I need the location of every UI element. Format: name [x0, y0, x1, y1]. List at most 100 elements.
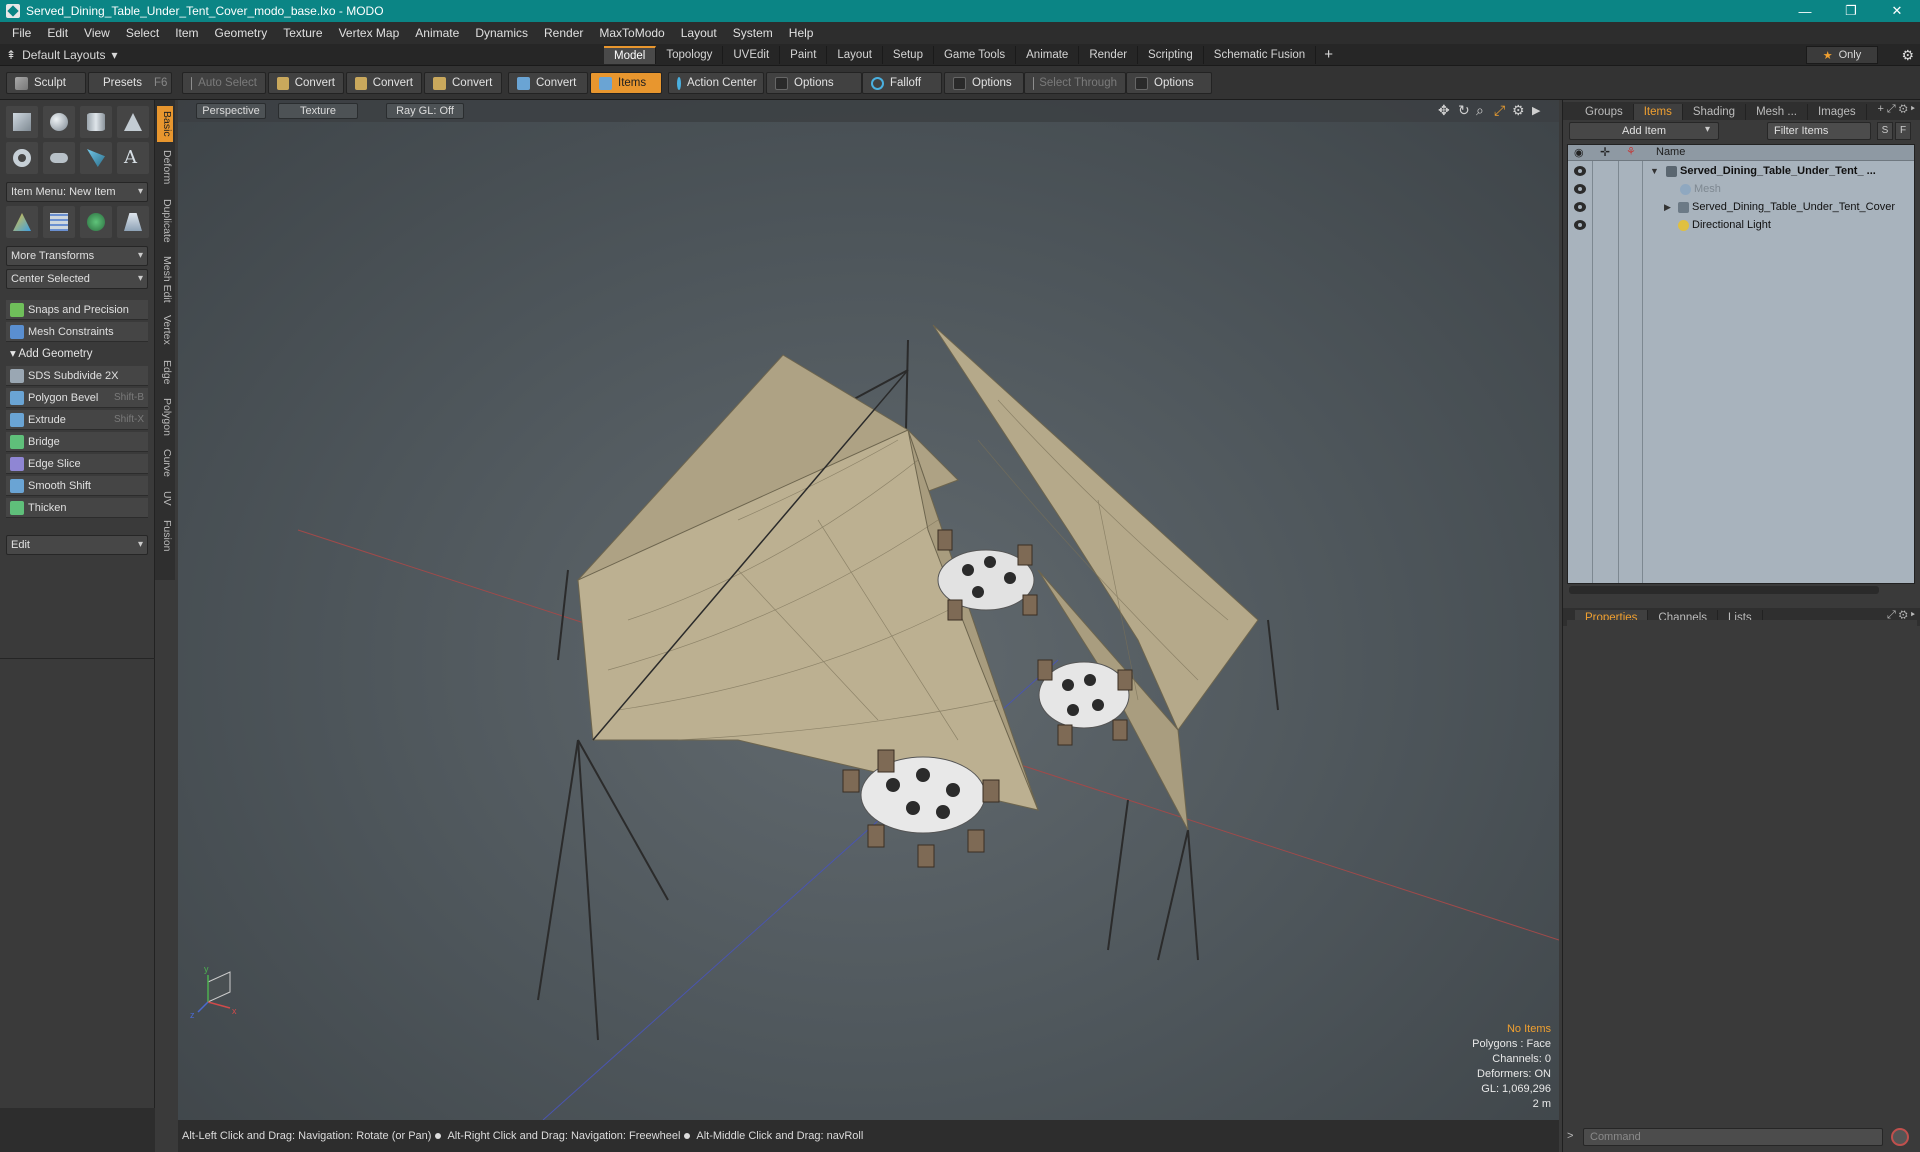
tab-schematic-fusion[interactable]: Schematic Fusion: [1204, 46, 1317, 64]
cylinder-icon[interactable]: [80, 106, 112, 138]
pen-icon[interactable]: [80, 142, 112, 174]
list-item[interactable]: Directional Light: [1568, 217, 1908, 234]
falloff-button[interactable]: Falloff: [862, 72, 942, 94]
sphere-icon[interactable]: [43, 106, 75, 138]
default-layouts-dropdown[interactable]: ⇞ Default Layouts ▾: [6, 44, 117, 66]
select-options-button[interactable]: Options: [1126, 72, 1212, 94]
vtab-duplicate[interactable]: Duplicate: [157, 194, 173, 248]
torus-icon[interactable]: [6, 142, 38, 174]
vtab-basic[interactable]: Basic: [157, 106, 173, 142]
action-center-options-button[interactable]: Options: [766, 72, 862, 94]
eye-icon[interactable]: [1574, 220, 1586, 230]
list-item[interactable]: Mesh: [1568, 181, 1908, 198]
thicken-button[interactable]: Thicken: [6, 498, 148, 518]
maximize-button[interactable]: ❐: [1828, 0, 1874, 22]
vtab-deform[interactable]: Deform: [157, 146, 173, 188]
ruler-icon[interactable]: [117, 206, 149, 238]
vtab-mesh-edit[interactable]: Mesh Edit: [157, 252, 173, 306]
menu-texture[interactable]: Texture: [275, 22, 330, 44]
eye-icon[interactable]: [1574, 184, 1586, 194]
tab-topology[interactable]: Topology: [656, 46, 724, 64]
vtab-uv[interactable]: UV: [157, 486, 173, 510]
filter-items-input[interactable]: Filter Items: [1767, 122, 1871, 140]
tab-items[interactable]: Items: [1633, 104, 1683, 120]
menu-animate[interactable]: Animate: [407, 22, 467, 44]
text-icon[interactable]: A: [117, 142, 149, 174]
tab-shading[interactable]: Shading: [1683, 104, 1747, 120]
menu-select[interactable]: Select: [118, 22, 167, 44]
command-history-button[interactable]: [1891, 1128, 1909, 1146]
eye-icon[interactable]: [1574, 202, 1586, 212]
polygon-bevel-button[interactable]: Polygon Bevel Shift-B: [6, 388, 148, 408]
cone-icon[interactable]: [117, 106, 149, 138]
only-toggle[interactable]: ★ Only: [1806, 46, 1878, 64]
tab-layout[interactable]: Layout: [827, 46, 883, 64]
more-transforms-dropdown[interactable]: More Transforms: [6, 246, 148, 266]
menu-layout[interactable]: Layout: [673, 22, 725, 44]
menu-vertex-map[interactable]: Vertex Map: [331, 22, 408, 44]
tab-uvedit[interactable]: UVEdit: [723, 46, 781, 64]
edge-slice-button[interactable]: Edge Slice: [6, 454, 148, 474]
eye-icon[interactable]: [1574, 166, 1586, 176]
items-mode-button[interactable]: Items: [590, 72, 662, 94]
bridge-button[interactable]: Bridge: [6, 432, 148, 452]
tab-setup[interactable]: Setup: [883, 46, 934, 64]
cube-icon[interactable]: [6, 106, 38, 138]
vtab-edge[interactable]: Edge: [157, 356, 173, 388]
close-button[interactable]: ✕: [1874, 0, 1920, 22]
sds-subdivide-button[interactable]: SDS Subdivide 2X: [6, 366, 148, 386]
convert-polygons-button[interactable]: Convert: [424, 72, 502, 94]
panel-options-icon[interactable]: + ⤢ ⚙ ▸: [1877, 103, 1915, 116]
auto-select-button[interactable]: Auto Select: [182, 72, 266, 94]
world-icon[interactable]: [80, 206, 112, 238]
tab-game-tools[interactable]: Game Tools: [934, 46, 1017, 64]
tab-images[interactable]: Images: [1808, 104, 1867, 120]
convert-materials-button[interactable]: Convert: [508, 72, 588, 94]
vtab-polygon[interactable]: Polygon: [157, 394, 173, 440]
menu-help[interactable]: Help: [781, 22, 822, 44]
smooth-shift-button[interactable]: Smooth Shift: [6, 476, 148, 496]
menu-dynamics[interactable]: Dynamics: [467, 22, 536, 44]
menu-file[interactable]: File: [4, 22, 39, 44]
action-center-button[interactable]: Action Center: [668, 72, 764, 94]
gear-icon[interactable]: ⚙: [1901, 44, 1914, 66]
menu-item[interactable]: Item: [167, 22, 206, 44]
menu-system[interactable]: System: [725, 22, 781, 44]
convert-vertices-button[interactable]: Convert: [268, 72, 344, 94]
filter-s-button[interactable]: S: [1877, 122, 1893, 140]
tab-scripting[interactable]: Scripting: [1138, 46, 1204, 64]
transform-icon[interactable]: [6, 206, 38, 238]
sculpt-button[interactable]: Sculpt: [6, 72, 86, 94]
expand-arrow-icon[interactable]: ▶: [1664, 199, 1671, 216]
extrude-button[interactable]: Extrude Shift-X: [6, 410, 148, 430]
tab-mesh[interactable]: Mesh ...: [1746, 104, 1808, 120]
capsule-icon[interactable]: [43, 142, 75, 174]
center-selected-dropdown[interactable]: Center Selected: [6, 269, 148, 289]
tab-render[interactable]: Render: [1079, 46, 1139, 64]
list-item[interactable]: ▶ Served_Dining_Table_Under_Tent_Cover: [1568, 199, 1908, 216]
3d-viewport[interactable]: Perspective Texture Ray GL: Off ✥ ↻ ⌕ ⤢ …: [178, 100, 1559, 1120]
vtab-curve[interactable]: Curve: [157, 446, 173, 480]
vtab-vertex[interactable]: Vertex: [157, 310, 173, 350]
collapse-arrow-icon[interactable]: ▼: [1650, 163, 1659, 180]
tab-model[interactable]: Model: [604, 46, 657, 64]
add-tab-button[interactable]: +: [1316, 46, 1341, 64]
item-menu-dropdown[interactable]: Item Menu: New Item: [6, 182, 148, 202]
menu-render[interactable]: Render: [536, 22, 591, 44]
list-item[interactable]: ▼ Served_Dining_Table_Under_Tent_ ...: [1568, 163, 1908, 180]
menu-edit[interactable]: Edit: [39, 22, 76, 44]
vtab-fusion[interactable]: Fusion: [157, 516, 173, 556]
edit-dropdown[interactable]: Edit: [6, 535, 148, 555]
snaps-precision-button[interactable]: Snaps and Precision: [6, 300, 148, 320]
falloff-options-button[interactable]: Options: [944, 72, 1024, 94]
tab-animate[interactable]: Animate: [1016, 46, 1080, 64]
menu-maxtomodo[interactable]: MaxToModo: [591, 22, 672, 44]
convert-edges-button[interactable]: Convert: [346, 72, 422, 94]
minimize-button[interactable]: —: [1782, 0, 1828, 22]
add-geometry-header[interactable]: ▾ Add Geometry: [6, 344, 148, 364]
filter-f-button[interactable]: F: [1895, 122, 1911, 140]
menu-view[interactable]: View: [76, 22, 118, 44]
tab-groups[interactable]: Groups: [1575, 104, 1634, 120]
add-item-button[interactable]: Add Item: [1569, 122, 1719, 140]
menu-geometry[interactable]: Geometry: [207, 22, 276, 44]
